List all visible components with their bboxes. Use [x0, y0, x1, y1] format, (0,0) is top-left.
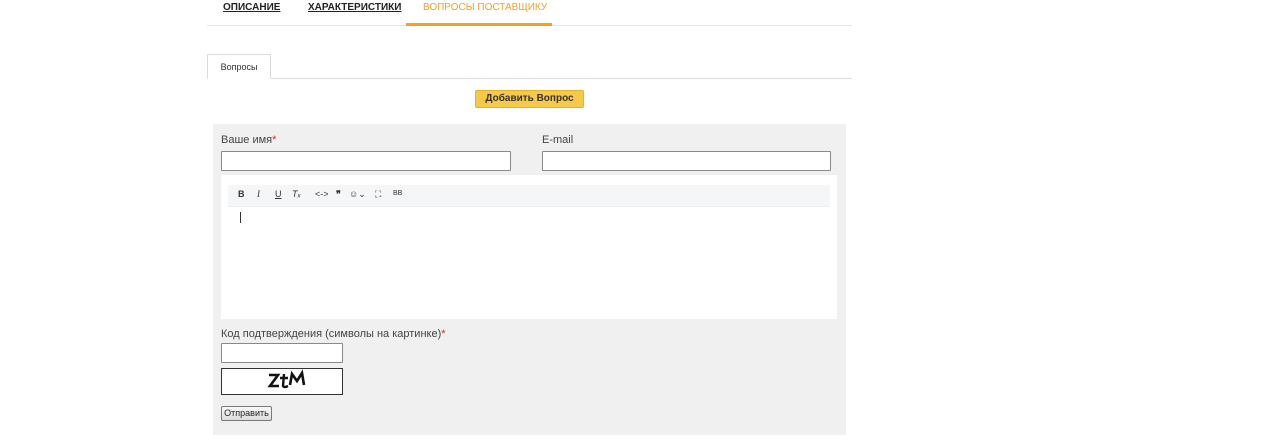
sub-tabs: Вопросы: [207, 54, 852, 79]
italic-button[interactable]: I: [257, 189, 260, 199]
clear-format-button[interactable]: Tₓ: [292, 189, 301, 199]
bbcode-button[interactable]: BB: [393, 190, 402, 197]
required-mark: *: [272, 134, 277, 146]
message-editor[interactable]: B I U Tₓ <-> ❞ ☺⌄ ⛶ BB: [221, 175, 837, 319]
code-button[interactable]: <->: [315, 189, 329, 199]
submit-button[interactable]: Отправить: [221, 406, 272, 421]
name-input[interactable]: [221, 151, 511, 171]
underline-button[interactable]: U: [275, 189, 282, 199]
name-label: Ваше имя*: [221, 134, 276, 146]
quote-button[interactable]: ❞: [336, 189, 341, 200]
captcha-input[interactable]: [221, 343, 343, 363]
captcha-glyphs: [267, 369, 306, 389]
name-label-text: Ваше имя: [221, 134, 273, 146]
tab-supplier-questions[interactable]: ВОПРОСЫ ПОСТАВЩИКУ: [423, 2, 547, 13]
captcha-label-text: Код подтверждения (символы на картинке): [221, 328, 442, 340]
email-label: E-mail: [542, 134, 574, 146]
captcha-label: Код подтверждения (символы на картинке)*: [221, 328, 446, 340]
captcha-image: [221, 368, 343, 395]
text-cursor: [240, 212, 241, 223]
active-tab-indicator: [406, 23, 552, 26]
email-input[interactable]: [542, 151, 831, 171]
emoji-button[interactable]: ☺⌄: [349, 189, 366, 200]
fullscreen-button[interactable]: ⛶: [375, 189, 381, 200]
bold-button[interactable]: B: [238, 189, 245, 199]
tab-characteristics[interactable]: ХАРАКТЕРИСТИКИ: [308, 2, 401, 13]
add-question-button[interactable]: Добавить Вопрос: [475, 90, 584, 108]
editor-toolbar: B I U Tₓ <-> ❞ ☺⌄ ⛶ BB: [228, 185, 830, 207]
required-mark: *: [441, 328, 446, 340]
tab-description[interactable]: ОПИСАНИЕ: [223, 2, 280, 13]
question-form: Ваше имя* E-mail B I U Tₓ <-> ❞ ☺⌄ ⛶ BB …: [213, 124, 846, 435]
tab-questions[interactable]: Вопросы: [207, 54, 271, 79]
